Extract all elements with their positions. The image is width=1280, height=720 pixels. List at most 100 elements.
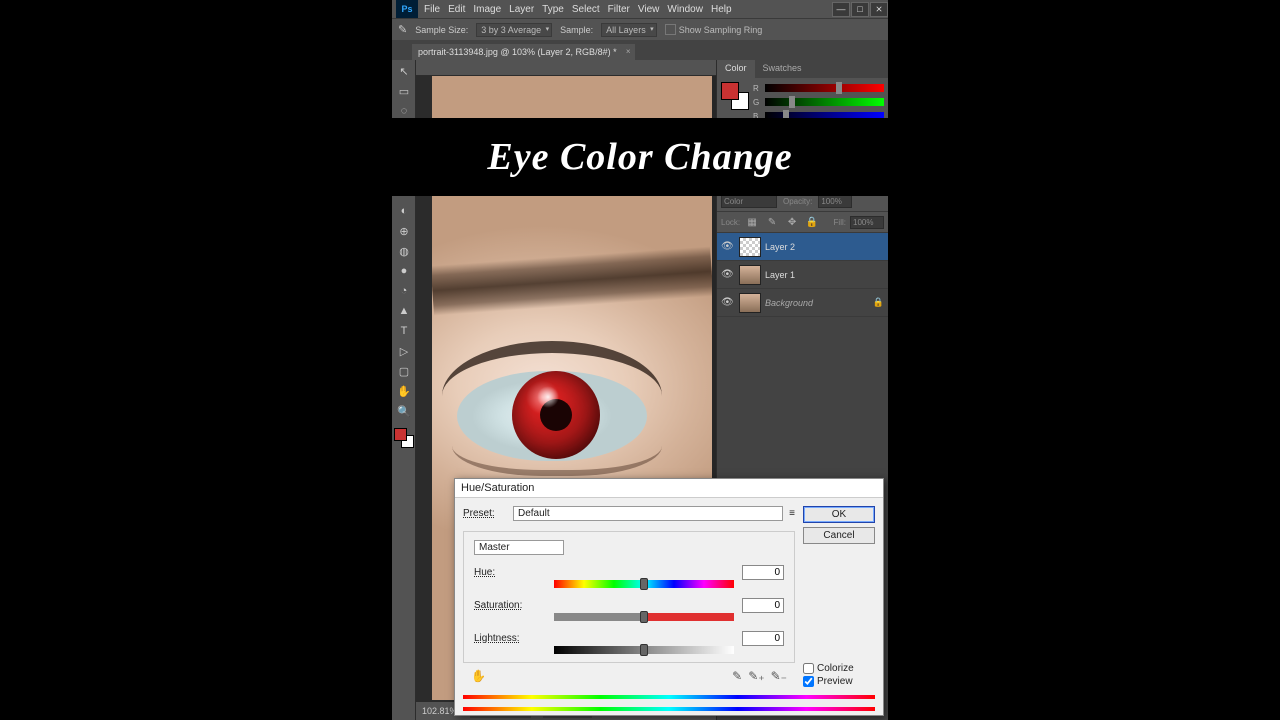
layer-row[interactable]: 👁 Layer 1 bbox=[717, 261, 888, 289]
layer-name[interactable]: Background bbox=[765, 298, 813, 308]
menu-filter[interactable]: Filter bbox=[608, 4, 630, 15]
lock-label: Lock: bbox=[721, 218, 740, 227]
gradient-tool[interactable]: ◔ bbox=[394, 282, 414, 300]
fill-label: Fill: bbox=[834, 218, 846, 227]
sample-size-label: Sample Size: bbox=[415, 25, 468, 35]
panel-color-swatch[interactable] bbox=[721, 82, 749, 110]
menu-layer[interactable]: Layer bbox=[509, 4, 534, 15]
marquee-tool[interactable]: ▭ bbox=[394, 82, 414, 100]
hue-saturation-dialog: Hue/Saturation Preset: Default ≡ Master … bbox=[454, 478, 884, 716]
lock-icon: 🔒 bbox=[873, 297, 884, 308]
show-sampling-ring-checkbox[interactable]: Show Sampling Ring bbox=[665, 24, 763, 35]
hue-input[interactable] bbox=[742, 565, 784, 580]
tab-swatches[interactable]: Swatches bbox=[755, 60, 810, 78]
menu-file[interactable]: File bbox=[424, 4, 440, 15]
saturation-label: Saturation: bbox=[474, 600, 544, 611]
spectrum-top bbox=[463, 695, 875, 699]
eyedropper-sub-icon[interactable]: ✎₋ bbox=[771, 669, 787, 683]
spectrum-bottom bbox=[463, 707, 875, 711]
menu-select[interactable]: Select bbox=[572, 4, 600, 15]
fg-color-swatch[interactable] bbox=[394, 428, 407, 441]
menu-view[interactable]: View bbox=[638, 4, 660, 15]
visibility-icon[interactable]: 👁 bbox=[721, 241, 735, 252]
document-tabbar: portrait-3113948.jpg @ 103% (Layer 2, RG… bbox=[392, 40, 888, 60]
lower-eyelid bbox=[452, 446, 662, 476]
channel-dropdown[interactable]: Master bbox=[474, 540, 564, 555]
g-slider[interactable] bbox=[765, 98, 884, 106]
visibility-icon[interactable]: 👁 bbox=[721, 269, 735, 280]
preset-menu-icon[interactable]: ≡ bbox=[789, 508, 795, 519]
brush-tool[interactable]: ◐ bbox=[394, 202, 414, 220]
menu-help[interactable]: Help bbox=[711, 4, 732, 15]
zoom-tool[interactable]: 🔍 bbox=[394, 402, 414, 420]
zoom-level[interactable]: 102.81% bbox=[422, 706, 458, 716]
eyedropper-icon: ✎ bbox=[398, 23, 407, 36]
hand-tool[interactable]: ✋ bbox=[394, 382, 414, 400]
menu-type[interactable]: Type bbox=[542, 4, 564, 15]
r-slider[interactable] bbox=[765, 84, 884, 92]
opacity-label: Opacity: bbox=[783, 197, 812, 206]
saturation-input[interactable] bbox=[742, 598, 784, 613]
eyedropper-icon[interactable]: ✎ bbox=[732, 669, 742, 683]
lock-transparent-icon[interactable]: ▦ bbox=[744, 215, 760, 229]
shape-tool[interactable]: ▢ bbox=[394, 362, 414, 380]
lightness-label: Lightness: bbox=[474, 633, 544, 644]
stamp-tool[interactable]: ⊕ bbox=[394, 222, 414, 240]
color-swatch[interactable] bbox=[394, 428, 414, 448]
close-tab-icon[interactable]: × bbox=[626, 47, 631, 56]
color-panel-tabs: Color Swatches bbox=[717, 60, 888, 78]
menu-items: File Edit Image Layer Type Select Filter… bbox=[424, 4, 732, 15]
hue-label: Hue: bbox=[474, 567, 544, 578]
opacity-input[interactable]: 100% bbox=[818, 195, 852, 208]
lightness-slider[interactable] bbox=[554, 646, 734, 654]
layer-thumb[interactable] bbox=[739, 237, 761, 257]
layer-thumb[interactable] bbox=[739, 293, 761, 313]
eraser-tool[interactable]: ● bbox=[394, 262, 414, 280]
options-bar: ✎ Sample Size: 3 by 3 Average Sample: Al… bbox=[392, 18, 888, 40]
layer-row[interactable]: 👁 Background 🔒 bbox=[717, 289, 888, 317]
eye-highlight bbox=[537, 386, 559, 408]
move-tool[interactable]: ↖ bbox=[394, 62, 414, 80]
sample-label: Sample: bbox=[560, 25, 593, 35]
path-tool[interactable]: ▷ bbox=[394, 342, 414, 360]
menu-window[interactable]: Window bbox=[667, 4, 703, 15]
overlay-title-band: Eye Color Change bbox=[392, 118, 888, 196]
tab-color[interactable]: Color bbox=[717, 60, 755, 78]
window-close-button[interactable]: ⨯ bbox=[870, 2, 888, 17]
eyebrow-region bbox=[432, 246, 712, 315]
blend-mode-dropdown[interactable]: Color bbox=[721, 195, 777, 208]
colorize-checkbox[interactable]: Colorize bbox=[803, 663, 875, 674]
lock-all-icon[interactable]: 🔒 bbox=[804, 215, 820, 229]
menu-edit[interactable]: Edit bbox=[448, 4, 465, 15]
window-maximize-button[interactable]: □ bbox=[851, 2, 869, 17]
menubar: Ps File Edit Image Layer Type Select Fil… bbox=[392, 0, 888, 18]
type-tool[interactable]: T bbox=[394, 322, 414, 340]
visibility-icon[interactable]: 👁 bbox=[721, 297, 735, 308]
layer-name[interactable]: Layer 1 bbox=[765, 270, 795, 280]
ruler-horizontal bbox=[416, 60, 716, 76]
document-tab[interactable]: portrait-3113948.jpg @ 103% (Layer 2, RG… bbox=[412, 44, 635, 60]
layer-thumb[interactable] bbox=[739, 265, 761, 285]
window-minimize-button[interactable]: — bbox=[832, 2, 850, 17]
saturation-slider[interactable] bbox=[554, 613, 734, 621]
history-brush-tool[interactable]: ◍ bbox=[394, 242, 414, 260]
hue-slider[interactable] bbox=[554, 580, 734, 588]
blur-tool[interactable]: ▲ bbox=[394, 302, 414, 320]
layer-name[interactable]: Layer 2 bbox=[765, 242, 795, 252]
sample-dropdown[interactable]: All Layers bbox=[601, 23, 657, 37]
ok-button[interactable]: OK bbox=[803, 506, 875, 523]
hand-icon[interactable]: ✋ bbox=[471, 669, 486, 683]
eyedropper-add-icon[interactable]: ✎₊ bbox=[748, 669, 764, 683]
fill-input[interactable]: 100% bbox=[850, 216, 884, 229]
lock-paint-icon[interactable]: ✎ bbox=[764, 215, 780, 229]
dialog-title: Hue/Saturation bbox=[455, 479, 883, 498]
preset-label: Preset: bbox=[463, 508, 507, 519]
layer-row[interactable]: 👁 Layer 2 bbox=[717, 233, 888, 261]
preset-dropdown[interactable]: Default bbox=[513, 506, 783, 521]
lightness-input[interactable] bbox=[742, 631, 784, 646]
menu-image[interactable]: Image bbox=[473, 4, 501, 15]
preview-checkbox[interactable]: Preview bbox=[803, 676, 875, 687]
lock-move-icon[interactable]: ✥ bbox=[784, 215, 800, 229]
sample-size-dropdown[interactable]: 3 by 3 Average bbox=[476, 23, 552, 37]
cancel-button[interactable]: Cancel bbox=[803, 527, 875, 544]
